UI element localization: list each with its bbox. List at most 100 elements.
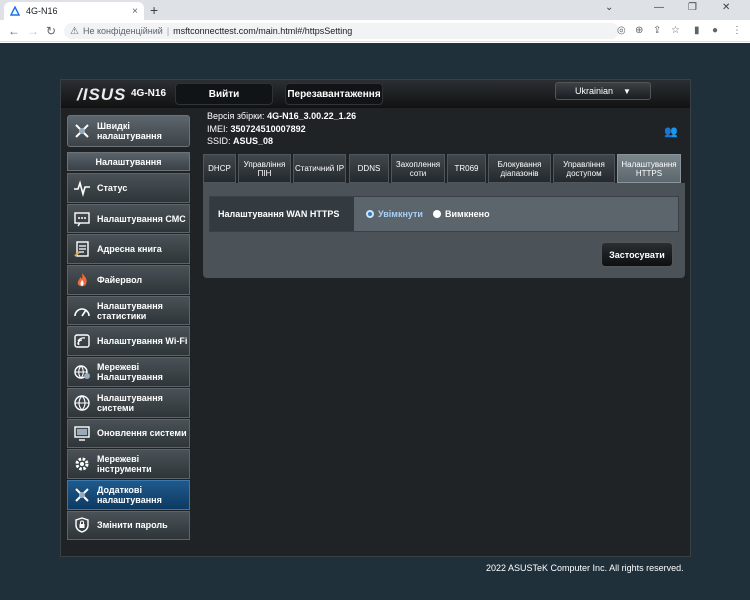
chevron-down-icon: ▼ xyxy=(623,86,631,96)
share-icon[interactable]: ⇪ xyxy=(653,25,661,36)
tab-https-settings[interactable]: Налаштування HTTPS xyxy=(617,154,681,183)
profile-icon[interactable]: ⌄ xyxy=(605,2,613,13)
tab-dhcp[interactable]: DHCP xyxy=(203,154,236,183)
wan-https-label: Налаштування WAN HTTPS xyxy=(210,197,354,231)
browser-tab[interactable]: 4G-N16 × xyxy=(4,2,144,20)
minimize-icon[interactable]: — xyxy=(654,2,664,13)
sidebar-item-network[interactable]: Мережеві Налаштування xyxy=(67,357,190,387)
https-settings-panel: Налаштування WAN HTTPS Увімкнути Вимкнен… xyxy=(203,183,685,278)
ssid-label: SSID: xyxy=(207,136,231,146)
gear-icon xyxy=(71,454,93,474)
settings-tabs: DHCP Управління ПІН Статичний IP DDNS За… xyxy=(203,154,681,183)
radio-disable-label: Вимкнено xyxy=(445,209,490,219)
firmware-value: 4G-N16_3.00.22_1.26 xyxy=(267,111,357,121)
address-book-icon xyxy=(71,239,93,259)
monitor-icon xyxy=(71,423,93,443)
zoom-icon[interactable]: ⊕ xyxy=(635,25,643,36)
browser-tab-bar: 4G-N16 × + ⌄ — ❐ ✕ xyxy=(0,0,750,20)
router-header: /ISUS 4G-N16 Вийти Перезавантаження Ukra… xyxy=(61,80,690,108)
sidebar-item-status[interactable]: Статус xyxy=(67,173,190,203)
sidebar-item-label: Файервол xyxy=(97,274,143,285)
device-info: Версія збірки: 4G-N16_3.00.22_1.26 IMEI:… xyxy=(207,110,356,148)
reload-icon[interactable]: ↻ xyxy=(46,24,56,38)
wifi-icon xyxy=(71,331,93,351)
pulse-icon xyxy=(71,178,93,198)
sidebar-item-system[interactable]: Налаштування системи xyxy=(67,387,190,418)
sidebar-item-label: Налаштування системи xyxy=(97,392,163,413)
sidebar-item-label: Оновлення системи xyxy=(97,428,187,439)
url-text: msftconnecttest.com/main.html#/httpsSett… xyxy=(173,26,353,36)
sidebar-item-label: Мережеві Налаштування xyxy=(97,361,163,382)
network-icon xyxy=(71,362,93,382)
imei-value: 350724510007892 xyxy=(230,123,306,134)
sidebar-item-advanced[interactable]: Додаткові налаштування xyxy=(67,479,190,510)
sidebar-item-label: Мережеві інструменти xyxy=(97,454,152,475)
radio-disable[interactable]: Вимкнено xyxy=(433,209,490,219)
tab-access-control[interactable]: Управління доступом xyxy=(553,154,615,183)
sidebar-item-wifi[interactable]: Налаштування Wi-Fi xyxy=(67,326,190,357)
sidebar-item-sms[interactable]: Налаштування СМС xyxy=(67,203,190,234)
bookmark-star-icon[interactable]: ☆ xyxy=(671,25,680,36)
quick-setup-button[interactable]: Швидкі налаштування xyxy=(67,115,190,147)
globe-icon xyxy=(71,393,93,413)
quick-setup-icon xyxy=(71,121,93,141)
users-icon[interactable]: 👥 xyxy=(664,125,678,138)
tab-pin[interactable]: Управління ПІН xyxy=(238,154,291,183)
url-field[interactable]: ⚠ Не конфіденційний | msftconnecttest.co… xyxy=(64,23,619,39)
sidebar-item-label: Додаткові налаштування xyxy=(97,484,162,505)
radio-enable[interactable]: Увімкнути xyxy=(366,209,423,219)
new-tab-button[interactable]: + xyxy=(150,3,158,17)
forward-icon[interactable]: → xyxy=(27,24,39,38)
sidebar-item-label: Статус xyxy=(97,182,128,193)
asus-logo: /ISUS xyxy=(77,85,127,104)
maximize-icon[interactable]: ❐ xyxy=(688,2,697,13)
sidebar-header: Налаштування xyxy=(67,152,190,171)
apply-button[interactable]: Застосувати xyxy=(601,242,673,267)
radio-unchecked-icon xyxy=(433,210,441,218)
menu-icon[interactable]: ⋮ xyxy=(732,25,742,36)
sidebar-item-label: Змінити пароль xyxy=(97,520,168,531)
sidebar-menu: Статус Налаштування СМС Адресна книга Фа… xyxy=(67,173,190,541)
browser-tab-title: 4G-N16 xyxy=(26,6,58,16)
tab-band-lock[interactable]: Блокування діапазонів xyxy=(488,154,551,183)
sidebar-item-password[interactable]: Змінити пароль xyxy=(67,510,190,541)
sidebar-item-statistics[interactable]: Налаштування статистики xyxy=(67,295,190,326)
language-select[interactable]: Ukrainian ▼ xyxy=(555,82,651,100)
sidebar-toggle-icon[interactable]: ▮ xyxy=(694,25,700,36)
radio-enable-label: Увімкнути xyxy=(378,209,423,219)
google-lens-icon[interactable]: ◎ xyxy=(617,25,626,36)
logout-button[interactable]: Вийти xyxy=(175,83,273,105)
sidebar-item-label: Налаштування СМС xyxy=(97,213,186,224)
profile-avatar-icon[interactable]: ● xyxy=(712,25,718,36)
firmware-label: Версія збірки: xyxy=(207,111,265,121)
sms-icon xyxy=(71,209,93,229)
sidebar-item-tools[interactable]: Мережеві інструменти xyxy=(67,449,190,479)
close-window-icon[interactable]: ✕ xyxy=(722,2,730,13)
language-value: Ukrainian xyxy=(575,86,614,96)
imei-label: IMEI: xyxy=(207,123,229,134)
sidebar-item-update[interactable]: Оновлення системи xyxy=(67,418,190,449)
reboot-button[interactable]: Перезавантаження xyxy=(285,83,383,105)
advanced-icon xyxy=(71,485,93,505)
asus-favicon-icon xyxy=(9,5,21,16)
statistics-icon xyxy=(71,301,93,321)
tab-tr069[interactable]: TR069 xyxy=(447,154,486,183)
sidebar-item-label: Налаштування статистики xyxy=(97,300,163,321)
tab-static-ip[interactable]: Статичний IP xyxy=(293,154,346,183)
radio-checked-icon xyxy=(366,210,374,218)
tab-close-icon[interactable]: × xyxy=(132,6,138,17)
quick-setup-label: Швидкі налаштування xyxy=(97,121,162,141)
tab-cell-lock[interactable]: Захоплення соти xyxy=(391,154,445,183)
router-panel: /ISUS 4G-N16 Вийти Перезавантаження Ukra… xyxy=(60,79,691,557)
back-icon[interactable]: ← xyxy=(8,24,20,38)
warning-icon[interactable]: ⚠ xyxy=(70,26,79,37)
sidebar-item-firewall[interactable]: Файервол xyxy=(67,265,190,295)
wan-https-row: Налаштування WAN HTTPS Увімкнути Вимкнен… xyxy=(209,196,679,232)
address-bar: ← → ↻ ⚠ Не конфіденційний | msftconnectt… xyxy=(0,20,750,42)
security-label: Не конфіденційний xyxy=(82,26,163,36)
lock-icon xyxy=(71,515,93,535)
copyright-footer: 2022 ASUSTeK Computer Inc. All rights re… xyxy=(486,563,684,573)
tab-ddns[interactable]: DDNS xyxy=(349,154,389,183)
model-name: 4G-N16 xyxy=(131,88,167,99)
sidebar-item-address-book[interactable]: Адресна книга xyxy=(67,234,190,265)
